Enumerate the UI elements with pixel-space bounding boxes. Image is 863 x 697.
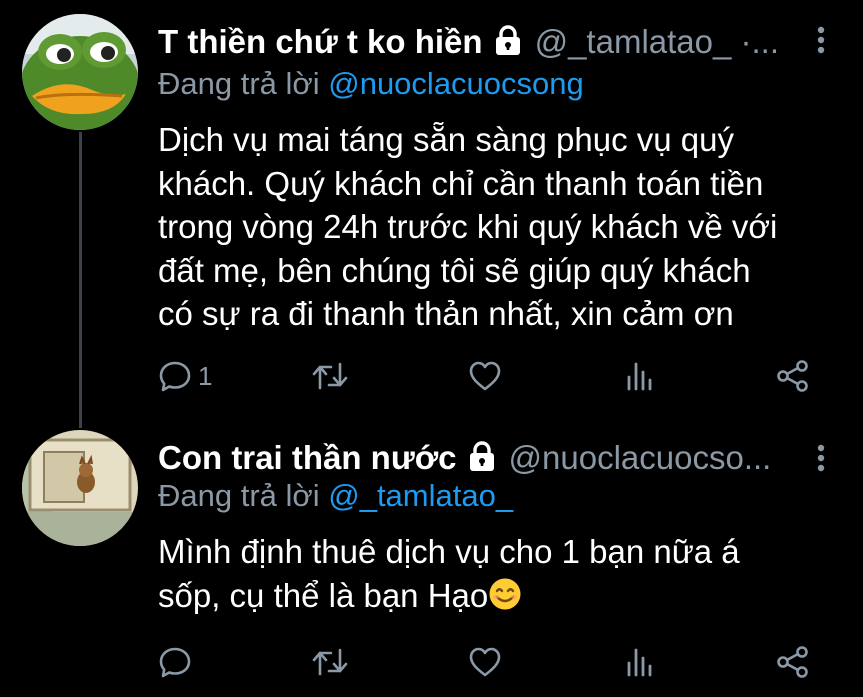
- lock-icon: [467, 440, 497, 477]
- tweet-header: Con trai thần nước @nuoclacuocso...: [158, 438, 823, 478]
- tweet[interactable]: T thiền chứ t ko hiền @_tamlatao_ ·... Đ…: [0, 0, 863, 430]
- analytics-icon: [627, 648, 652, 677]
- tweet-header: T thiền chứ t ko hiền @_tamlatao_ ·...: [158, 22, 823, 62]
- retweet-button[interactable]: [311, 358, 349, 394]
- more-options-icon[interactable]: [817, 444, 825, 477]
- analytics-button[interactable]: [624, 644, 654, 680]
- tweet[interactable]: Con trai thần nước @nuoclacuocso... Đang…: [0, 430, 863, 697]
- tweet-text: Mình định thuê dịch vụ cho 1 bạn nữa á s…: [158, 530, 838, 621]
- reply-icon: [159, 647, 191, 678]
- display-name[interactable]: T thiền chứ t ko hiền: [158, 23, 483, 61]
- retweet-button[interactable]: [311, 644, 349, 680]
- heart-icon: [469, 361, 501, 391]
- cartoon-cat-avatar-icon: [22, 430, 138, 546]
- analytics-icon: [627, 362, 652, 391]
- reply-icon: [159, 361, 191, 392]
- replying-to: Đang trả lời @_tamlatao_: [158, 478, 513, 514]
- retweet-icon: [312, 362, 348, 390]
- reply-prefix: Đang trả lời: [158, 66, 329, 101]
- like-button[interactable]: [468, 644, 502, 680]
- frog-avatar-icon: [22, 14, 138, 130]
- share-icon: [777, 360, 808, 392]
- reply-button[interactable]: [158, 644, 198, 680]
- avatar[interactable]: [22, 14, 138, 130]
- reply-button[interactable]: 1: [158, 358, 212, 394]
- tweet-actions: 1: [158, 358, 820, 394]
- reply-count: 1: [198, 360, 213, 391]
- reply-prefix: Đang trả lời: [158, 478, 329, 513]
- share-icon: [777, 646, 808, 678]
- like-button[interactable]: [468, 358, 502, 394]
- replying-to: Đang trả lời @nuoclacuocsong: [158, 66, 584, 102]
- reply-mention-link[interactable]: @nuoclacuocsong: [328, 66, 584, 101]
- share-button[interactable]: [776, 358, 810, 394]
- more-options-icon[interactable]: [817, 26, 825, 59]
- analytics-button[interactable]: [624, 358, 654, 394]
- tweet-actions: [158, 644, 820, 680]
- reply-mention-link[interactable]: @_tamlatao_: [328, 478, 513, 513]
- display-name[interactable]: Con trai thần nước: [158, 439, 457, 477]
- heart-icon: [469, 647, 501, 677]
- user-handle[interactable]: @_tamlatao_ ·...: [535, 23, 779, 61]
- tweet-text-content: Mình định thuê dịch vụ cho 1 bạn nữa á s…: [158, 533, 740, 614]
- retweet-icon: [312, 648, 348, 676]
- smiling-face-emoji-icon: [488, 577, 522, 622]
- lock-icon: [493, 24, 523, 61]
- user-handle[interactable]: @nuoclacuocso...: [509, 439, 772, 477]
- share-button[interactable]: [776, 644, 810, 680]
- avatar[interactable]: [22, 430, 138, 546]
- tweet-text: Dịch vụ mai táng sẵn sàng phục vụ quý kh…: [158, 121, 778, 332]
